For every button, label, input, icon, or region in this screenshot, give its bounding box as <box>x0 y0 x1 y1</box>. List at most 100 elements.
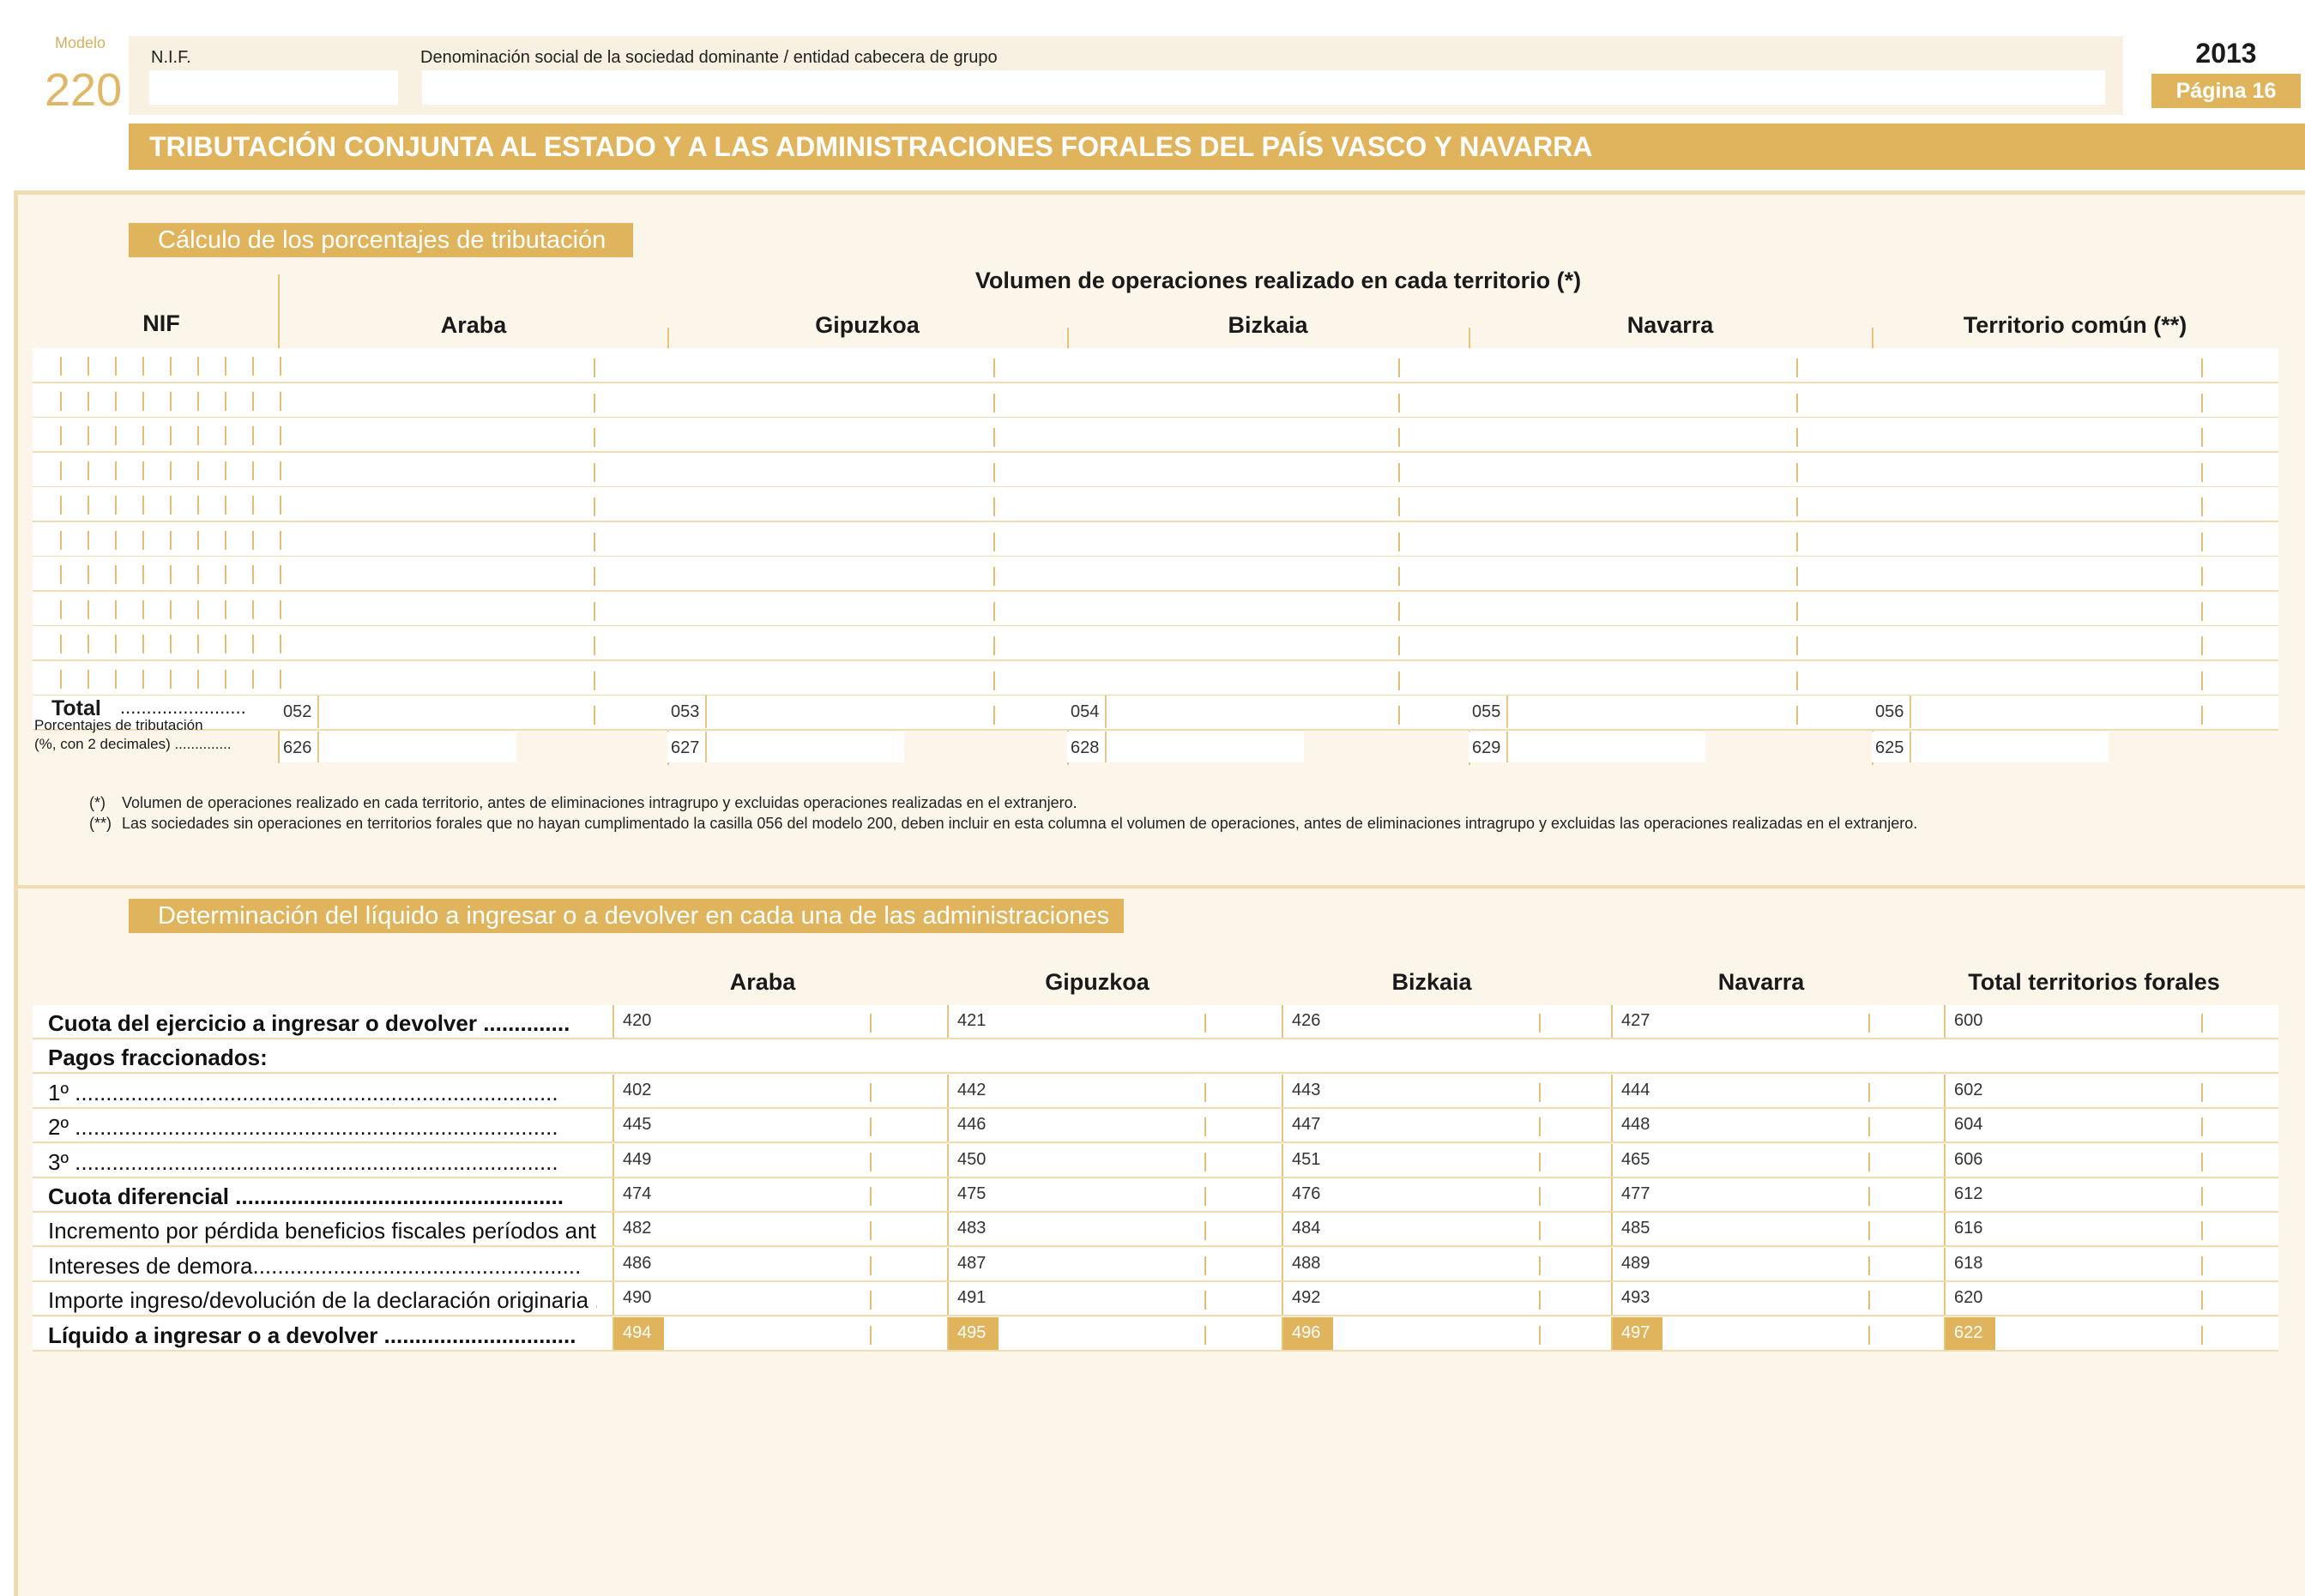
nif-char-tick <box>115 496 117 515</box>
amount-field-474[interactable] <box>664 1178 913 1211</box>
nif-char-tick <box>252 670 254 689</box>
nif-row[interactable] <box>33 592 2278 625</box>
total-code-055: 055 <box>1472 702 1501 721</box>
denominacion-field[interactable] <box>422 70 2105 105</box>
nif-char-tick <box>87 531 89 550</box>
nif-row[interactable] <box>33 418 2278 451</box>
amount-field-475[interactable] <box>999 1178 1247 1211</box>
code-618: 618 <box>1954 1254 1983 1273</box>
amount-field-444[interactable] <box>1662 1075 1911 1107</box>
amount-field-482[interactable] <box>664 1213 913 1245</box>
amount-field-449[interactable] <box>664 1144 913 1177</box>
nif-char-tick <box>142 531 144 550</box>
nif-char-tick <box>225 426 226 445</box>
amount-field-485[interactable] <box>1662 1213 1911 1245</box>
amount-field-622[interactable] <box>1995 1317 2244 1350</box>
amount-field-450[interactable] <box>999 1144 1247 1177</box>
amount-field-604[interactable] <box>1995 1109 2244 1141</box>
decimal-tick <box>594 706 595 725</box>
nif-row[interactable] <box>33 487 2278 521</box>
amount-field-487[interactable] <box>999 1248 1247 1280</box>
nif-row[interactable] <box>33 661 2278 695</box>
pct-field-626[interactable] <box>280 732 516 762</box>
nif-char-tick <box>60 357 62 376</box>
amount-field-451[interactable] <box>1333 1144 1582 1177</box>
amount-field-445[interactable] <box>664 1109 913 1141</box>
amount-field-443[interactable] <box>1333 1075 1582 1107</box>
amount-field-492[interactable] <box>1333 1282 1582 1315</box>
amount-field-489[interactable] <box>1662 1248 1911 1280</box>
decimal-tick <box>993 567 995 586</box>
nif-row[interactable] <box>33 383 2278 417</box>
decimal-tick <box>594 394 595 413</box>
pct-field-625[interactable] <box>1872 732 2109 762</box>
row-label: Incremento por pérdida beneficios fiscal… <box>48 1218 597 1244</box>
pct-field-627[interactable] <box>667 732 904 762</box>
pct-field-629[interactable] <box>1469 732 1705 762</box>
nif-row[interactable] <box>33 626 2278 659</box>
amount-field-496[interactable] <box>1333 1317 1582 1350</box>
amount-field-421[interactable] <box>999 1005 1247 1038</box>
amount-field-616[interactable] <box>1995 1213 2244 1245</box>
nif-char-tick <box>87 565 89 584</box>
nif-row[interactable] <box>33 348 2278 382</box>
amount-field-497[interactable] <box>1662 1317 1911 1350</box>
amount-field-477[interactable] <box>1662 1178 1911 1211</box>
amount-field-600[interactable] <box>1995 1005 2244 1038</box>
amount-field-465[interactable] <box>1662 1144 1911 1177</box>
nif-label: N.I.F. <box>151 48 191 67</box>
amount-field-606[interactable] <box>1995 1144 2244 1177</box>
nif-char-tick <box>87 496 89 515</box>
nif-row[interactable] <box>33 453 2278 486</box>
amount-field-495[interactable] <box>999 1317 1247 1350</box>
amount-field-484[interactable] <box>1333 1213 1582 1245</box>
code-421: 421 <box>957 1011 987 1030</box>
amount-field-491[interactable] <box>999 1282 1247 1315</box>
amount-field-483[interactable] <box>999 1213 1247 1245</box>
section2-column-header-3: Navarra <box>1717 969 1805 995</box>
decimal-tick <box>2201 1014 2203 1033</box>
decimal-tick <box>594 533 595 551</box>
decimal-tick <box>1539 1256 1541 1275</box>
nif-char-tick <box>87 426 89 445</box>
amount-field-618[interactable] <box>1995 1248 2244 1280</box>
code-604: 604 <box>1954 1115 1983 1134</box>
nif-char-tick <box>197 670 199 689</box>
amount-field-620[interactable] <box>1995 1282 2244 1315</box>
decimal-tick <box>870 1326 872 1345</box>
code-482: 482 <box>623 1219 652 1238</box>
amount-field-490[interactable] <box>664 1282 913 1315</box>
nif-char-tick <box>280 426 281 445</box>
column-header-3: Navarra <box>1626 312 1714 338</box>
amount-field-402[interactable] <box>664 1075 913 1107</box>
amount-field-476[interactable] <box>1333 1178 1582 1211</box>
amount-field-493[interactable] <box>1662 1282 1911 1315</box>
amount-field-426[interactable] <box>1333 1005 1582 1038</box>
amount-field-602[interactable] <box>1995 1075 2244 1107</box>
amount-field-446[interactable] <box>999 1109 1247 1141</box>
decimal-tick <box>1868 1083 1870 1102</box>
row-line <box>33 1072 2278 1074</box>
amount-field-612[interactable] <box>1995 1178 2244 1211</box>
decimal-tick <box>594 358 595 377</box>
row-label: Cuota del ejercicio a ingresar o devolve… <box>48 1010 570 1036</box>
nif-row[interactable] <box>33 557 2278 590</box>
nif-row[interactable] <box>33 522 2278 556</box>
amount-field-442[interactable] <box>999 1075 1247 1107</box>
amount-field-447[interactable] <box>1333 1109 1582 1141</box>
decimal-tick <box>870 1153 872 1171</box>
amount-field-486[interactable] <box>664 1248 913 1280</box>
amount-field-494[interactable] <box>664 1317 913 1350</box>
amount-field-427[interactable] <box>1662 1005 1911 1038</box>
amount-field-488[interactable] <box>1333 1248 1582 1280</box>
amount-field-448[interactable] <box>1662 1109 1911 1141</box>
nif-char-tick <box>60 461 62 480</box>
amount-field-420[interactable] <box>664 1005 913 1038</box>
nif-char-tick <box>197 531 199 550</box>
modelo-number: 220 <box>45 64 123 116</box>
decimal-tick <box>594 463 595 482</box>
pct-field-628[interactable] <box>1067 732 1304 762</box>
nif-field[interactable] <box>149 70 398 105</box>
row-line <box>33 1315 2278 1316</box>
decimal-tick <box>1398 706 1400 725</box>
